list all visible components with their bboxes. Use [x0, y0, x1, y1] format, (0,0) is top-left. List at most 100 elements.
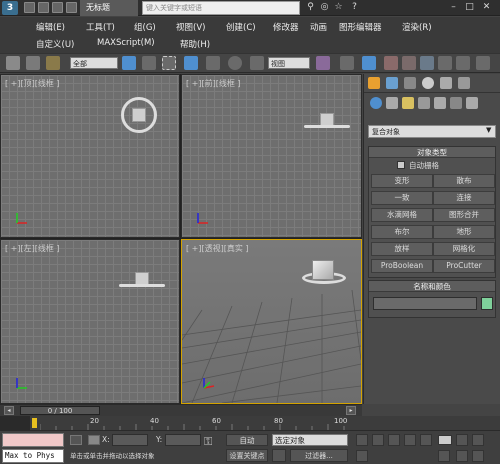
rollout-header[interactable]: 对象类型: [369, 147, 495, 158]
maximize-icon[interactable]: □: [463, 1, 476, 14]
lock-selection-icon[interactable]: [70, 435, 82, 445]
lights-icon[interactable]: [402, 97, 414, 109]
favorites-star-icon[interactable]: ☆: [332, 1, 345, 14]
track-bar-icon[interactable]: [0, 416, 30, 430]
viewport-front[interactable]: [ +][前][线框 ]: [181, 74, 362, 238]
script-listener-top[interactable]: [2, 433, 64, 447]
selected-object-gizmo[interactable]: [304, 125, 350, 128]
systems-icon[interactable]: [466, 97, 478, 109]
bind-space-warp-icon[interactable]: [46, 56, 60, 70]
menu-modifiers[interactable]: 修改器: [273, 21, 299, 33]
selection-filter-dropdown[interactable]: 全部: [70, 57, 118, 69]
conform-button[interactable]: 一致: [371, 191, 433, 205]
pivot-center-icon[interactable]: [316, 56, 330, 70]
menu-customize[interactable]: 自定义(U): [36, 38, 74, 50]
script-listener-input[interactable]: Max to Phys: [2, 449, 64, 463]
help-icon[interactable]: ?: [348, 1, 361, 14]
move-icon[interactable]: [206, 56, 220, 70]
menu-group[interactable]: 组(G): [134, 21, 156, 33]
hierarchy-tab-icon[interactable]: [404, 77, 416, 89]
menu-create[interactable]: 创建(C): [226, 21, 256, 33]
viewport-label[interactable]: [ +][顶][线框 ]: [5, 78, 60, 89]
set-key-icon[interactable]: [272, 449, 286, 462]
object-category-dropdown[interactable]: 复合对象: [368, 125, 496, 138]
save-file-icon[interactable]: [52, 2, 63, 13]
zoom-all-icon[interactable]: [472, 434, 484, 446]
time-config-icon[interactable]: [356, 450, 368, 462]
y-coord-field[interactable]: [165, 434, 201, 446]
named-selection-icon[interactable]: [456, 56, 470, 70]
play-icon[interactable]: [388, 434, 400, 446]
rectangular-selection-icon[interactable]: [162, 56, 176, 70]
maximize-viewport-icon[interactable]: [472, 450, 484, 462]
morph-button[interactable]: 变形: [371, 174, 433, 188]
blobmesh-button[interactable]: 水滴网格: [371, 208, 433, 222]
search-input[interactable]: 键入关键字或短语: [142, 1, 300, 15]
mirror-icon[interactable]: [476, 56, 490, 70]
undo-icon[interactable]: [66, 2, 77, 13]
angle-snap-icon[interactable]: [402, 56, 416, 70]
shapes-icon[interactable]: [386, 97, 398, 109]
modify-tab-icon[interactable]: [386, 77, 398, 89]
goto-end-icon[interactable]: [420, 434, 432, 446]
autogrid-checkbox[interactable]: [397, 161, 405, 169]
select-object-icon[interactable]: [122, 56, 136, 70]
x-coord-field[interactable]: [112, 434, 148, 446]
box-object[interactable]: [132, 108, 146, 122]
goto-start-icon[interactable]: [356, 434, 368, 446]
menu-animation[interactable]: 动画: [310, 21, 327, 33]
close-icon[interactable]: ✕: [480, 1, 493, 14]
subscription-icon[interactable]: ◎: [318, 1, 331, 14]
key-mode-dropdown[interactable]: 选定对象: [272, 434, 348, 446]
menu-graph-editors[interactable]: 图形编辑器: [339, 21, 382, 33]
open-file-icon[interactable]: [38, 2, 49, 13]
scale-icon[interactable]: [250, 56, 264, 70]
cameras-icon[interactable]: [418, 97, 430, 109]
menu-edit[interactable]: 编辑(E): [36, 21, 65, 33]
select-by-name-icon[interactable]: [142, 56, 156, 70]
key-icon[interactable]: ⚿: [204, 435, 212, 449]
space-warps-icon[interactable]: [450, 97, 462, 109]
rollout-header[interactable]: 名称和颜色: [369, 281, 495, 292]
scatter-button[interactable]: 散布: [433, 174, 495, 188]
chevron-left-icon[interactable]: ◂: [4, 406, 14, 415]
menu-maxscript[interactable]: MAXScript(M): [97, 38, 155, 48]
create-tab-icon[interactable]: [368, 77, 380, 89]
shapemerge-button[interactable]: 图形合并: [433, 208, 495, 222]
box-object[interactable]: [312, 260, 334, 280]
current-frame-field[interactable]: [438, 435, 452, 445]
terrain-button[interactable]: 地形: [433, 225, 495, 239]
zoom-icon[interactable]: [456, 434, 468, 446]
reference-coord-dropdown[interactable]: 视图: [268, 57, 310, 69]
track-bar[interactable]: 20 40 60 80 100: [0, 416, 500, 430]
object-color-swatch[interactable]: [481, 297, 493, 310]
rotate-icon[interactable]: [228, 56, 242, 70]
keyboard-shortcut-override-icon[interactable]: [362, 56, 376, 70]
motion-tab-icon[interactable]: [422, 77, 434, 89]
link-icon[interactable]: [6, 56, 20, 70]
viewport-label[interactable]: [ +][左][线框 ]: [5, 243, 60, 254]
selected-object-gizmo[interactable]: [119, 284, 165, 287]
display-tab-icon[interactable]: [440, 77, 452, 89]
binoculars-icon[interactable]: ⚲: [304, 1, 317, 14]
percent-snap-icon[interactable]: [420, 56, 434, 70]
window-crossing-icon[interactable]: [184, 56, 198, 70]
procutter-button[interactable]: ProCutter: [433, 259, 495, 273]
helpers-icon[interactable]: [434, 97, 446, 109]
absolute-mode-icon[interactable]: [88, 435, 100, 445]
menu-rendering[interactable]: 渲染(R): [402, 21, 432, 33]
auto-key-button[interactable]: 自动: [226, 434, 268, 446]
prev-frame-icon[interactable]: [372, 434, 384, 446]
mesher-button[interactable]: 网格化: [433, 242, 495, 256]
minimize-icon[interactable]: –: [447, 1, 460, 14]
viewport-label[interactable]: [ +][透视][真实 ]: [186, 243, 249, 254]
key-filters-button[interactable]: 过滤器...: [290, 449, 348, 462]
utilities-tab-icon[interactable]: [458, 77, 470, 89]
time-slider-thumb[interactable]: 0 / 100: [20, 406, 100, 415]
menu-views[interactable]: 视图(V): [176, 21, 205, 33]
snaps-toggle-icon[interactable]: [384, 56, 398, 70]
viewport-left[interactable]: [ +][左][线框 ]: [0, 239, 180, 404]
menu-tools[interactable]: 工具(T): [86, 21, 115, 33]
orbit-icon[interactable]: [456, 450, 468, 462]
loft-button[interactable]: 放样: [371, 242, 433, 256]
